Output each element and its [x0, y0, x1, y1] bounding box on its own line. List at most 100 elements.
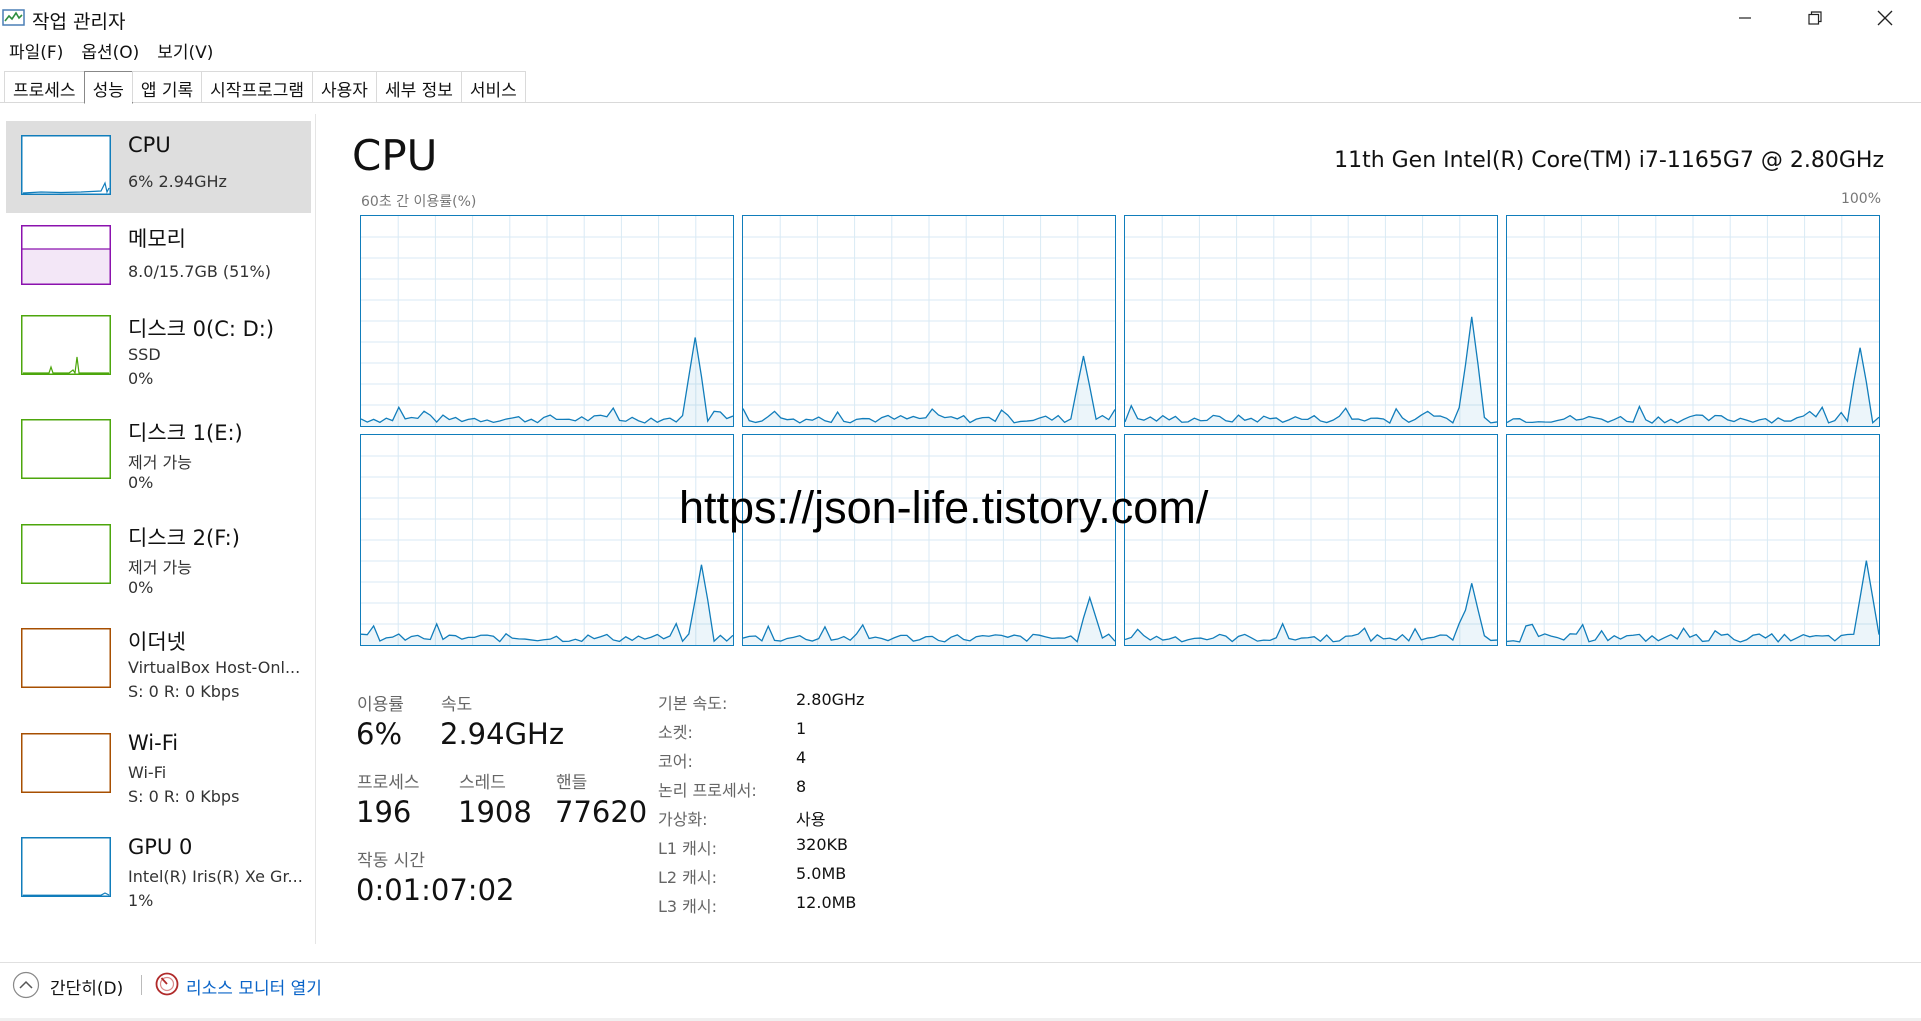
tab-users[interactable]: 사용자: [312, 71, 377, 102]
base-speed-label: 기본 속도:: [658, 694, 728, 713]
sidebar-item-title: 메모리: [128, 227, 186, 251]
minimize-button[interactable]: [1710, 0, 1780, 36]
cores-value: 4: [796, 748, 807, 767]
threads-value: 1908: [458, 795, 532, 829]
l1-cache-label: L1 캐시:: [658, 839, 718, 858]
footer-divider: [141, 975, 142, 995]
sidebar-item-detail: 제거 가능: [128, 453, 192, 472]
base-speed-value: 2.80GHz: [796, 690, 865, 709]
l1-cache-value: 320KB: [796, 835, 849, 854]
l2-cache-value: 5.0MB: [796, 864, 847, 883]
tab-startup[interactable]: 시작프로그램: [201, 71, 314, 102]
sidebar-item-wifi[interactable]: Wi-Fi Wi-Fi S: 0 R: 0 Kbps: [6, 719, 311, 811]
sidebar-item-detail: Wi-Fi: [128, 763, 167, 782]
title-bar: 작업 관리자: [0, 0, 1921, 36]
restore-button[interactable]: [1780, 0, 1850, 36]
thumbnail-frame: [21, 733, 111, 793]
open-resource-monitor-link[interactable]: 리소스 모니터 열기: [186, 974, 322, 999]
virtualization-value: 사용: [796, 810, 826, 829]
l3-cache-value: 12.0MB: [796, 893, 857, 912]
chevron-up-circle-icon[interactable]: [12, 971, 40, 999]
sidebar-item-title: Wi-Fi: [128, 731, 179, 755]
tab-performance[interactable]: 성능: [83, 71, 133, 104]
uptime-value: 0:01:07:02: [356, 873, 515, 907]
tab-app-history[interactable]: 앱 기록: [131, 71, 203, 102]
l3-cache-label: L3 캐시:: [658, 897, 718, 916]
menu-view[interactable]: 보기(V): [148, 36, 222, 64]
logical-processor-graph: [1506, 215, 1880, 427]
sidebar-item-title: GPU 0: [128, 835, 193, 859]
thumbnail-fill: [22, 249, 110, 284]
disk-1-thumbnail-graph: [21, 419, 111, 479]
thumbnail-frame: [21, 135, 111, 195]
thumbnail-frame: [21, 524, 111, 584]
handles-label: 핸들: [556, 773, 588, 793]
sidebar-item-memory[interactable]: 메모리 8.0/15.7GB (51%): [6, 211, 311, 303]
sidebar-item-cpu[interactable]: CPU 6% 2.94GHz: [6, 121, 311, 213]
sidebar-item-gpu-0[interactable]: GPU 0 Intel(R) Iris(R) Xe Gr... 1%: [6, 823, 311, 915]
sidebar-item-detail: S: 0 R: 0 Kbps: [128, 682, 240, 701]
thumbnail-frame: [21, 628, 111, 688]
restore-icon: [1808, 11, 1822, 25]
sidebar-item-detail: 0%: [128, 578, 154, 597]
resource-monitor-icon: [155, 972, 179, 996]
menu-file[interactable]: 파일(F): [0, 36, 72, 64]
close-button[interactable]: [1850, 0, 1920, 36]
sidebar-item-title: 디스크 1(E:): [128, 421, 243, 445]
window-title: 작업 관리자: [32, 11, 126, 33]
thumbnail-frame: [21, 315, 111, 375]
close-icon: [1877, 10, 1893, 26]
sidebar-item-detail: SSD: [128, 345, 161, 364]
watermark-text: https://json-life.tistory.com/: [679, 482, 1209, 533]
logical-processor-graph: [1124, 215, 1498, 427]
graph-max-label: 100%: [1840, 191, 1881, 207]
virtualization-label: 가상화:: [658, 810, 708, 829]
speed-label: 속도: [441, 695, 473, 715]
sidebar-item-detail: 1%: [128, 891, 154, 910]
sidebar-item-detail: 제거 가능: [128, 558, 192, 577]
sockets-label: 소켓:: [658, 723, 693, 742]
threads-label: 스레드: [459, 773, 506, 793]
tab-bar: 프로세스 성능 앱 기록 시작프로그램 사용자 세부 정보 서비스: [0, 70, 1921, 104]
wifi-thumbnail-graph: [21, 733, 111, 793]
graph-caption: 60초 간 이용률(%): [361, 194, 477, 210]
utilization-label: 이용률: [357, 695, 404, 715]
page-title: CPU: [352, 131, 438, 180]
processes-value: 196: [356, 795, 412, 829]
uptime-label: 작동 시간: [357, 851, 425, 871]
sockets-value: 1: [796, 719, 807, 738]
sidebar-item-detail: Intel(R) Iris(R) Xe Gr...: [128, 867, 303, 886]
tab-details[interactable]: 세부 정보: [375, 71, 462, 102]
cpu-thumbnail-graph: [21, 135, 111, 195]
fewer-details-button[interactable]: 간단히(D): [50, 974, 123, 999]
logical-processors-value: 8: [796, 777, 807, 796]
thumbnail-frame: [21, 419, 111, 479]
sidebar-item-detail: 0%: [128, 473, 154, 492]
tab-services[interactable]: 서비스: [460, 71, 526, 102]
sidebar-item-disk-2[interactable]: 디스크 2(F:) 제거 가능 0%: [6, 510, 311, 602]
menu-options[interactable]: 옵션(O): [72, 36, 148, 64]
logical-processor-graph: [1506, 434, 1880, 646]
sidebar-item-detail: 0%: [128, 369, 154, 388]
cores-label: 코어:: [658, 752, 693, 771]
utilization-value: 6%: [356, 717, 403, 751]
footer-bar: 간단히(D) 리소스 모니터 열기: [0, 962, 1921, 1007]
ethernet-thumbnail-graph: [21, 628, 111, 688]
logical-processor-graph: [360, 215, 734, 427]
cpu-model-name: 11th Gen Intel(R) Core(TM) i7-1165G7 @ 2…: [1334, 148, 1884, 173]
sidebar-item-disk-0[interactable]: 디스크 0(C: D:) SSD 0%: [6, 301, 311, 393]
logical-processor-graph: [1124, 434, 1498, 646]
sidebar-item-title: 이더넷: [128, 630, 186, 654]
sidebar-item-detail: VirtualBox Host-Onl...: [128, 658, 301, 677]
sidebar-item-title: 디스크 0(C: D:): [128, 317, 275, 341]
resource-sidebar: CPU 6% 2.94GHz 메모리 8.0/15.7GB (51%) 디스크 …: [0, 114, 316, 944]
logical-processors-label: 논리 프로세서:: [658, 781, 757, 800]
sidebar-item-detail: S: 0 R: 0 Kbps: [128, 787, 240, 806]
sidebar-item-ethernet[interactable]: 이더넷 VirtualBox Host-Onl... S: 0 R: 0 Kbp…: [6, 614, 311, 706]
l2-cache-label: L2 캐시:: [658, 868, 718, 887]
speed-value: 2.94GHz: [440, 717, 565, 751]
tab-processes[interactable]: 프로세스: [4, 71, 85, 102]
sidebar-item-disk-1[interactable]: 디스크 1(E:) 제거 가능 0%: [6, 405, 311, 497]
disk-2-thumbnail-graph: [21, 524, 111, 584]
handles-value: 77620: [555, 795, 648, 829]
